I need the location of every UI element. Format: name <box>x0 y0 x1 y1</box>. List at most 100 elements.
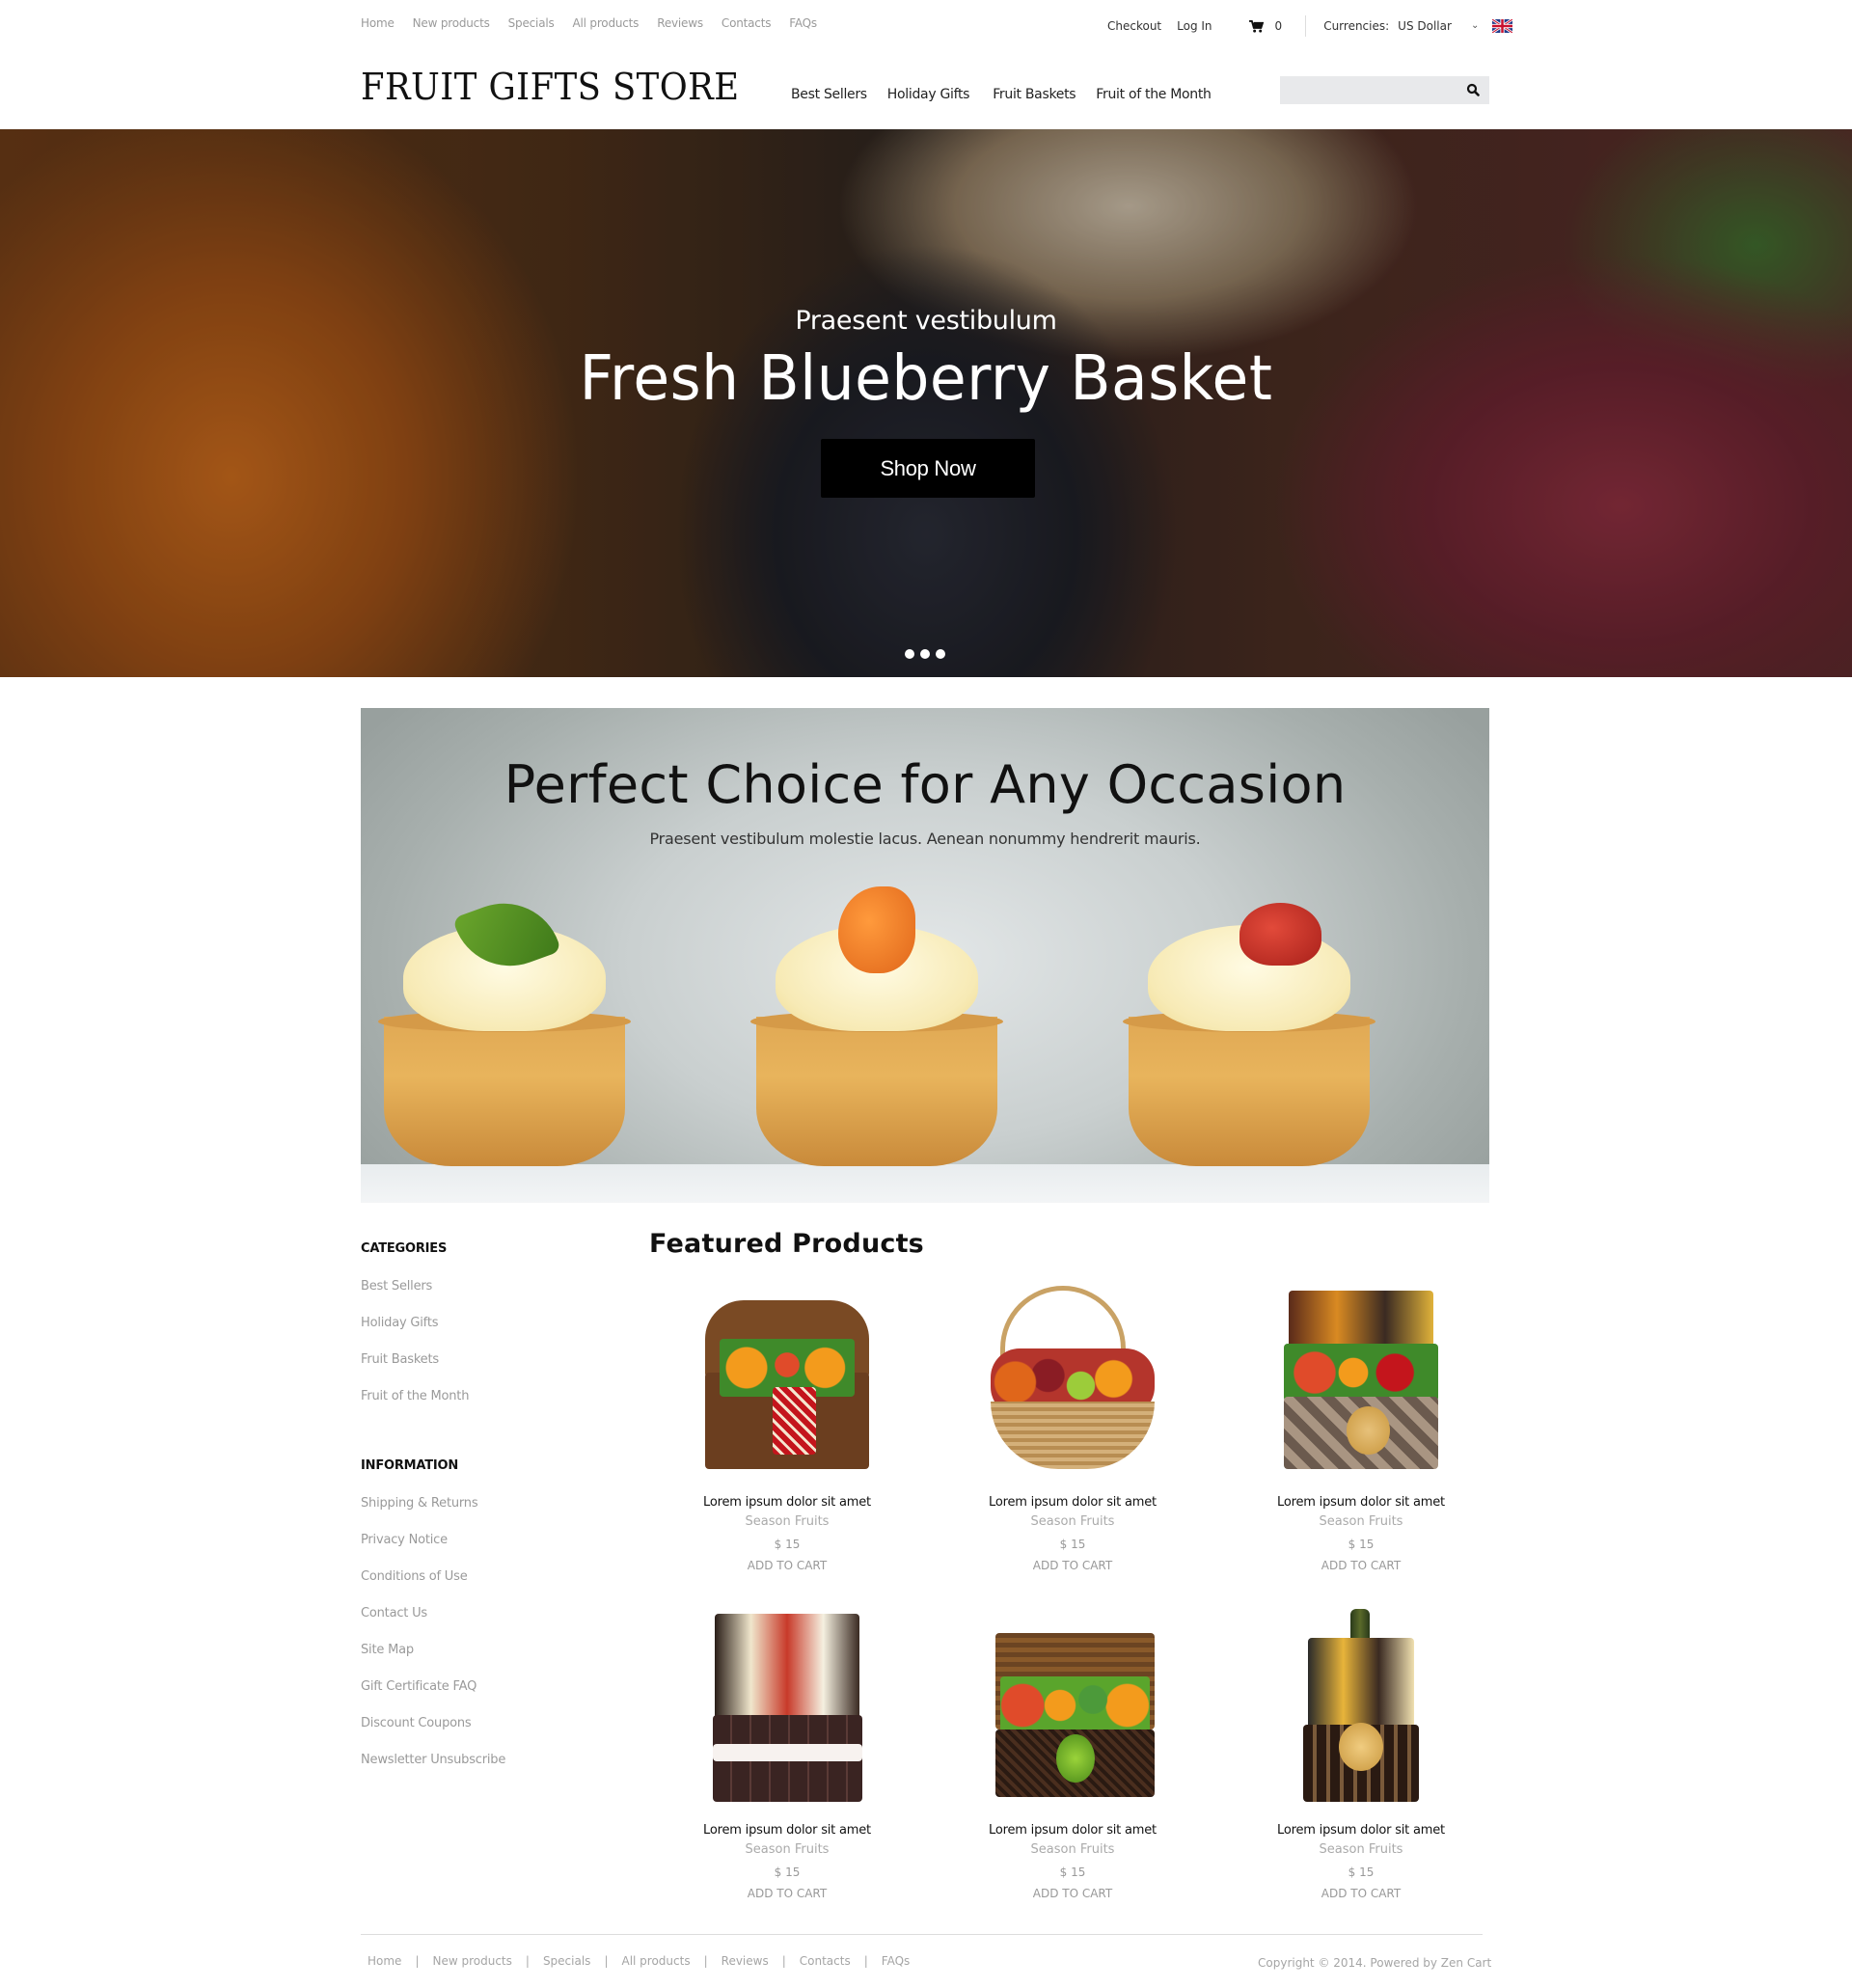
main-nav-fruit-of-the-month[interactable]: Fruit of the Month <box>1096 87 1212 102</box>
slider-dot-1[interactable] <box>905 649 914 659</box>
shopping-cart-icon <box>1248 19 1264 33</box>
search-input[interactable] <box>1280 76 1454 104</box>
top-nav-reviews[interactable]: Reviews <box>657 16 703 30</box>
chevron-down-icon: ⌄ <box>1470 19 1480 31</box>
info-newsletter-unsubscribe[interactable]: Newsletter Unsubscribe <box>361 1753 505 1767</box>
product-image[interactable] <box>962 1609 1184 1811</box>
category-fruit-baskets[interactable]: Fruit Baskets <box>361 1352 439 1367</box>
footer-nav-specials[interactable]: Specials <box>543 1954 591 1968</box>
product-price: $ 15 <box>1059 1865 1086 1879</box>
apricot-tart-image <box>750 886 1003 1166</box>
product-category: Season Fruits <box>745 1514 830 1529</box>
hero-slider: Praesent vestibulum Fresh Blueberry Bask… <box>0 129 1852 677</box>
product-image[interactable] <box>1250 1281 1472 1484</box>
product-price: $ 15 <box>1059 1538 1086 1551</box>
cart-count: 0 <box>1274 19 1283 33</box>
footer-separator: | <box>604 1954 609 1968</box>
featured-products-title: Featured Products <box>649 1229 924 1259</box>
footer-nav-home[interactable]: Home <box>368 1954 401 1968</box>
product-card: Lorem ipsum dolor sit amet Season Fruits… <box>647 1609 927 1900</box>
copyright: Copyright © 2014. Powered by Zen Cart <box>1258 1956 1492 1970</box>
product-price: $ 15 <box>774 1538 801 1551</box>
shop-now-button[interactable]: Shop Now <box>821 439 1035 498</box>
slider-dot-2[interactable] <box>920 649 930 659</box>
uk-flag-icon[interactable] <box>1492 19 1513 33</box>
add-to-cart-button[interactable]: ADD TO CART <box>1221 1559 1501 1572</box>
main-nav-holiday-gifts[interactable]: Holiday Gifts <box>887 87 970 102</box>
information-heading: INFORMATION <box>361 1458 459 1473</box>
top-nav-contacts[interactable]: Contacts <box>722 16 772 30</box>
info-privacy-notice[interactable]: Privacy Notice <box>361 1533 448 1547</box>
top-nav-new-products[interactable]: New products <box>413 16 490 30</box>
product-card: Lorem ipsum dolor sit amet Season Fruits… <box>933 1281 1212 1572</box>
info-site-map[interactable]: Site Map <box>361 1643 414 1657</box>
add-to-cart-button[interactable]: ADD TO CART <box>933 1887 1212 1900</box>
product-image[interactable] <box>962 1281 1184 1484</box>
footer-separator: | <box>525 1954 530 1968</box>
product-name[interactable]: Lorem ipsum dolor sit amet <box>647 1823 927 1838</box>
product-card: Lorem ipsum dolor sit amet Season Fruits… <box>1221 1609 1501 1900</box>
product-name[interactable]: Lorem ipsum dolor sit amet <box>933 1495 1212 1510</box>
promo-banner[interactable]: Perfect Choice for Any Occasion Praesent… <box>361 708 1489 1203</box>
table-surface <box>361 1164 1489 1203</box>
category-fruit-of-the-month[interactable]: Fruit of the Month <box>361 1389 469 1403</box>
footer-nav-faqs[interactable]: FAQs <box>882 1954 911 1968</box>
search-icon[interactable] <box>1466 83 1480 96</box>
info-conditions-of-use[interactable]: Conditions of Use <box>361 1569 468 1584</box>
checkout-link[interactable]: Checkout <box>1107 19 1161 33</box>
footer-nav-contacts[interactable]: Contacts <box>800 1954 851 1968</box>
top-bar: Home New products Specials All products … <box>0 0 1852 48</box>
top-nav-faqs[interactable]: FAQs <box>789 16 817 30</box>
product-category: Season Fruits <box>1030 1514 1115 1529</box>
add-to-cart-button[interactable]: ADD TO CART <box>647 1887 927 1900</box>
product-card: Lorem ipsum dolor sit amet Season Fruits… <box>933 1609 1212 1900</box>
product-category: Season Fruits <box>745 1842 830 1857</box>
footer-nav: Home | New products | Specials | All pro… <box>368 1954 910 1968</box>
product-image[interactable] <box>676 1609 898 1811</box>
info-contact-us[interactable]: Contact Us <box>361 1606 427 1620</box>
top-nav-home[interactable]: Home <box>361 16 395 30</box>
strawberry-tart-image <box>1123 903 1375 1166</box>
product-name[interactable]: Lorem ipsum dolor sit amet <box>647 1495 927 1510</box>
info-gift-certificate-faq[interactable]: Gift Certificate FAQ <box>361 1679 477 1694</box>
banner-title: Perfect Choice for Any Occasion <box>504 754 1347 815</box>
currency-label: Currencies: <box>1323 19 1390 33</box>
search-box <box>1280 76 1489 104</box>
product-image[interactable] <box>1250 1609 1472 1811</box>
category-best-sellers[interactable]: Best Sellers <box>361 1279 432 1294</box>
currency-select[interactable]: US Dollar ⌄ <box>1398 19 1479 33</box>
slider-dot-3[interactable] <box>936 649 945 659</box>
add-to-cart-button[interactable]: ADD TO CART <box>647 1559 927 1572</box>
product-name[interactable]: Lorem ipsum dolor sit amet <box>933 1823 1212 1838</box>
product-name[interactable]: Lorem ipsum dolor sit amet <box>1221 1823 1501 1838</box>
product-price: $ 15 <box>1348 1865 1375 1879</box>
product-category: Season Fruits <box>1030 1842 1115 1857</box>
login-link[interactable]: Log In <box>1177 19 1212 33</box>
product-price: $ 15 <box>1348 1538 1375 1551</box>
category-holiday-gifts[interactable]: Holiday Gifts <box>361 1316 439 1330</box>
product-category: Season Fruits <box>1319 1842 1403 1857</box>
main-nav-fruit-baskets[interactable]: Fruit Baskets <box>993 87 1076 102</box>
add-to-cart-button[interactable]: ADD TO CART <box>933 1559 1212 1572</box>
account-bar: Checkout Log In 0 Currencies: US Dollar … <box>1107 15 1513 37</box>
add-to-cart-button[interactable]: ADD TO CART <box>1221 1887 1501 1900</box>
hero-subtitle: Praesent vestibulum <box>795 306 1057 336</box>
main-nav: Best Sellers Holiday Gifts Fruit Baskets… <box>791 87 1232 102</box>
info-discount-coupons[interactable]: Discount Coupons <box>361 1716 472 1730</box>
footer-separator: | <box>415 1954 420 1968</box>
footer-nav-reviews[interactable]: Reviews <box>722 1954 769 1968</box>
footer-separator: | <box>781 1954 786 1968</box>
footer-divider <box>361 1934 1483 1935</box>
top-nav-all-products[interactable]: All products <box>573 16 640 30</box>
top-nav-specials[interactable]: Specials <box>508 16 555 30</box>
product-price: $ 15 <box>774 1865 801 1879</box>
currency-value: US Dollar <box>1398 19 1452 33</box>
main-nav-best-sellers[interactable]: Best Sellers <box>791 87 867 102</box>
product-name[interactable]: Lorem ipsum dolor sit amet <box>1221 1495 1501 1510</box>
store-logo[interactable]: FRUIT GIFTS STORE <box>361 66 739 108</box>
info-shipping-returns[interactable]: Shipping & Returns <box>361 1496 478 1511</box>
footer-nav-new-products[interactable]: New products <box>432 1954 511 1968</box>
footer-nav-all-products[interactable]: All products <box>621 1954 690 1968</box>
product-image[interactable] <box>676 1281 898 1484</box>
cart-button[interactable]: 0 <box>1248 19 1283 33</box>
